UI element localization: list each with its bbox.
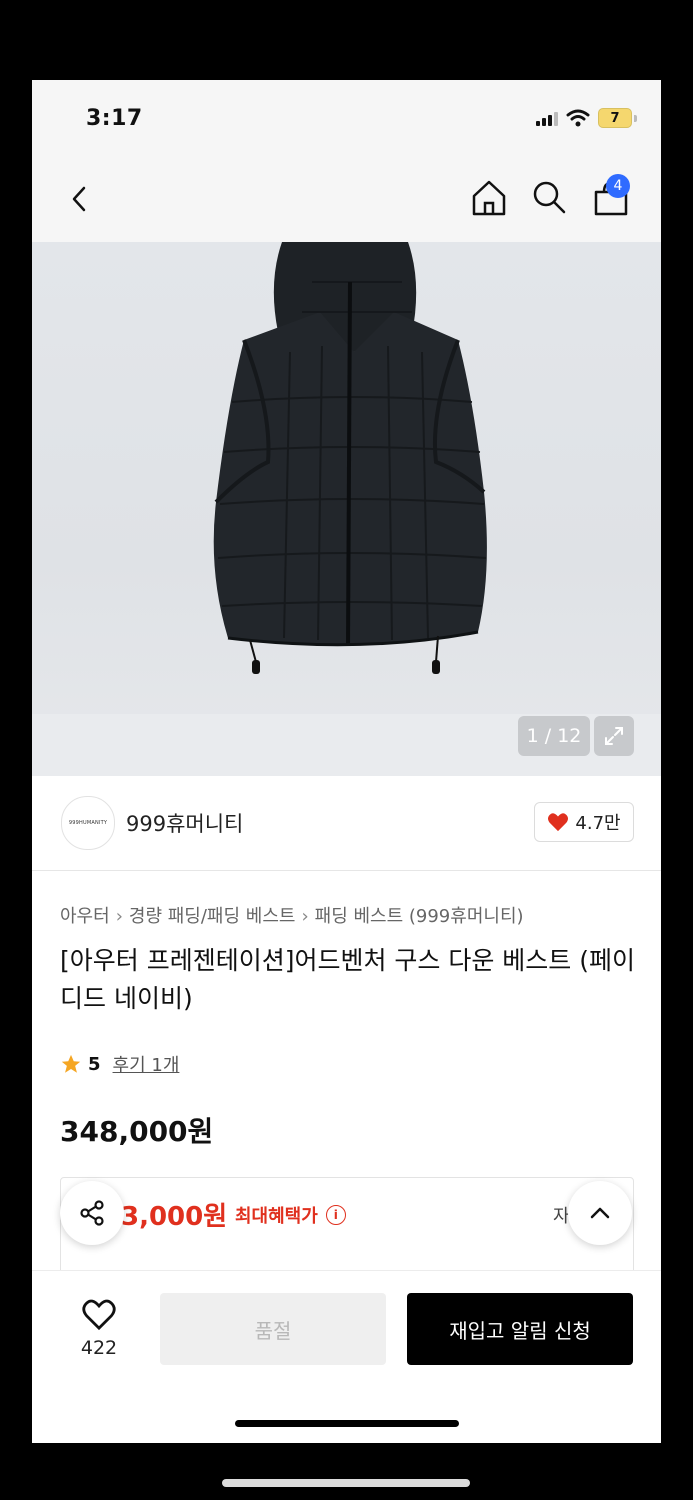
- benefit-price: 3,000원: [121, 1202, 228, 1232]
- status-icons: 7: [536, 108, 637, 128]
- product-image-gallery[interactable]: 1 / 12: [32, 242, 661, 776]
- wifi-icon: [566, 109, 590, 127]
- wishlist-count: 422: [80, 1337, 118, 1359]
- rating-score: 5: [88, 1053, 101, 1075]
- brand-name[interactable]: 999휴머니티: [126, 808, 243, 838]
- brand-logo[interactable]: 999HUMANITY: [61, 796, 115, 850]
- gallery-counter: 1 / 12: [518, 716, 590, 756]
- home-icon[interactable]: [470, 178, 508, 222]
- max-benefit-box[interactable]: 3,000원 최대혜택가 i 자세히: [60, 1177, 634, 1274]
- review-count-link[interactable]: 후기 1개: [113, 1051, 180, 1077]
- star-icon: [61, 1054, 81, 1073]
- breadcrumb-item[interactable]: 패딩 베스트 (999휴머니티): [315, 906, 524, 927]
- battery-tip: [634, 114, 637, 122]
- cart-count-badge: 4: [606, 174, 630, 198]
- restock-alert-button[interactable]: 재입고 알림 신청: [407, 1293, 633, 1365]
- info-icon[interactable]: i: [325, 1205, 346, 1225]
- share-icon: [80, 1200, 104, 1226]
- signal-icon: [536, 110, 558, 126]
- status-time: 3:17: [86, 106, 143, 131]
- benefit-label: 최대혜택가 i: [235, 1202, 346, 1228]
- brand-like-button[interactable]: 4.7만: [534, 802, 634, 842]
- soldout-button[interactable]: 품절: [160, 1293, 386, 1365]
- product-title: [아우터 프레젠테이션]어드벤처 구스 다운 베스트 (페이디드 네이비): [60, 946, 635, 1013]
- wishlist-button[interactable]: 422: [66, 1299, 132, 1359]
- scroll-top-button[interactable]: [568, 1181, 632, 1245]
- product-price: 348,000원: [60, 1115, 214, 1148]
- rating-row: 5 후기 1개: [60, 1051, 179, 1077]
- back-icon[interactable]: [62, 182, 96, 220]
- breadcrumb-item[interactable]: 아우터: [60, 906, 110, 927]
- search-icon[interactable]: [530, 178, 568, 222]
- share-button[interactable]: [60, 1181, 124, 1245]
- brand-logo-text: 999HUMANITY: [68, 820, 108, 826]
- heart-filled-icon: [548, 813, 569, 832]
- product-photo-vest: [213, 242, 487, 674]
- benefit-label-text: 최대혜택가: [235, 1206, 318, 1227]
- bottom-action-bar: 422 품절 재입고 알림 신청: [32, 1270, 661, 1443]
- home-indicator[interactable]: [235, 1420, 459, 1427]
- expand-icon[interactable]: [594, 716, 634, 756]
- outer-home-indicator: [222, 1479, 470, 1487]
- breadcrumb-item[interactable]: 경량 패딩/패딩 베스트: [129, 906, 296, 927]
- status-bar: 3:17 7: [32, 80, 661, 160]
- breadcrumb: 아우터 › 경량 패딩/패딩 베스트 › 패딩 베스트 (999휴머니티): [60, 902, 524, 928]
- app-screen: 3:17 7 4 1 / 12 999HUMANITY 999휴머니티 4.7만…: [32, 80, 661, 1443]
- heart-outline-icon: [82, 1299, 116, 1331]
- chevron-up-icon: [590, 1207, 610, 1219]
- brand-like-count: 4.7만: [575, 813, 621, 834]
- chevron-right-icon: ›: [115, 906, 123, 927]
- brand-row[interactable]: 999HUMANITY 999휴머니티 4.7만: [32, 776, 661, 871]
- battery-icon: 7: [598, 108, 632, 128]
- top-nav: 4: [32, 160, 661, 242]
- chevron-right-icon: ›: [301, 906, 309, 927]
